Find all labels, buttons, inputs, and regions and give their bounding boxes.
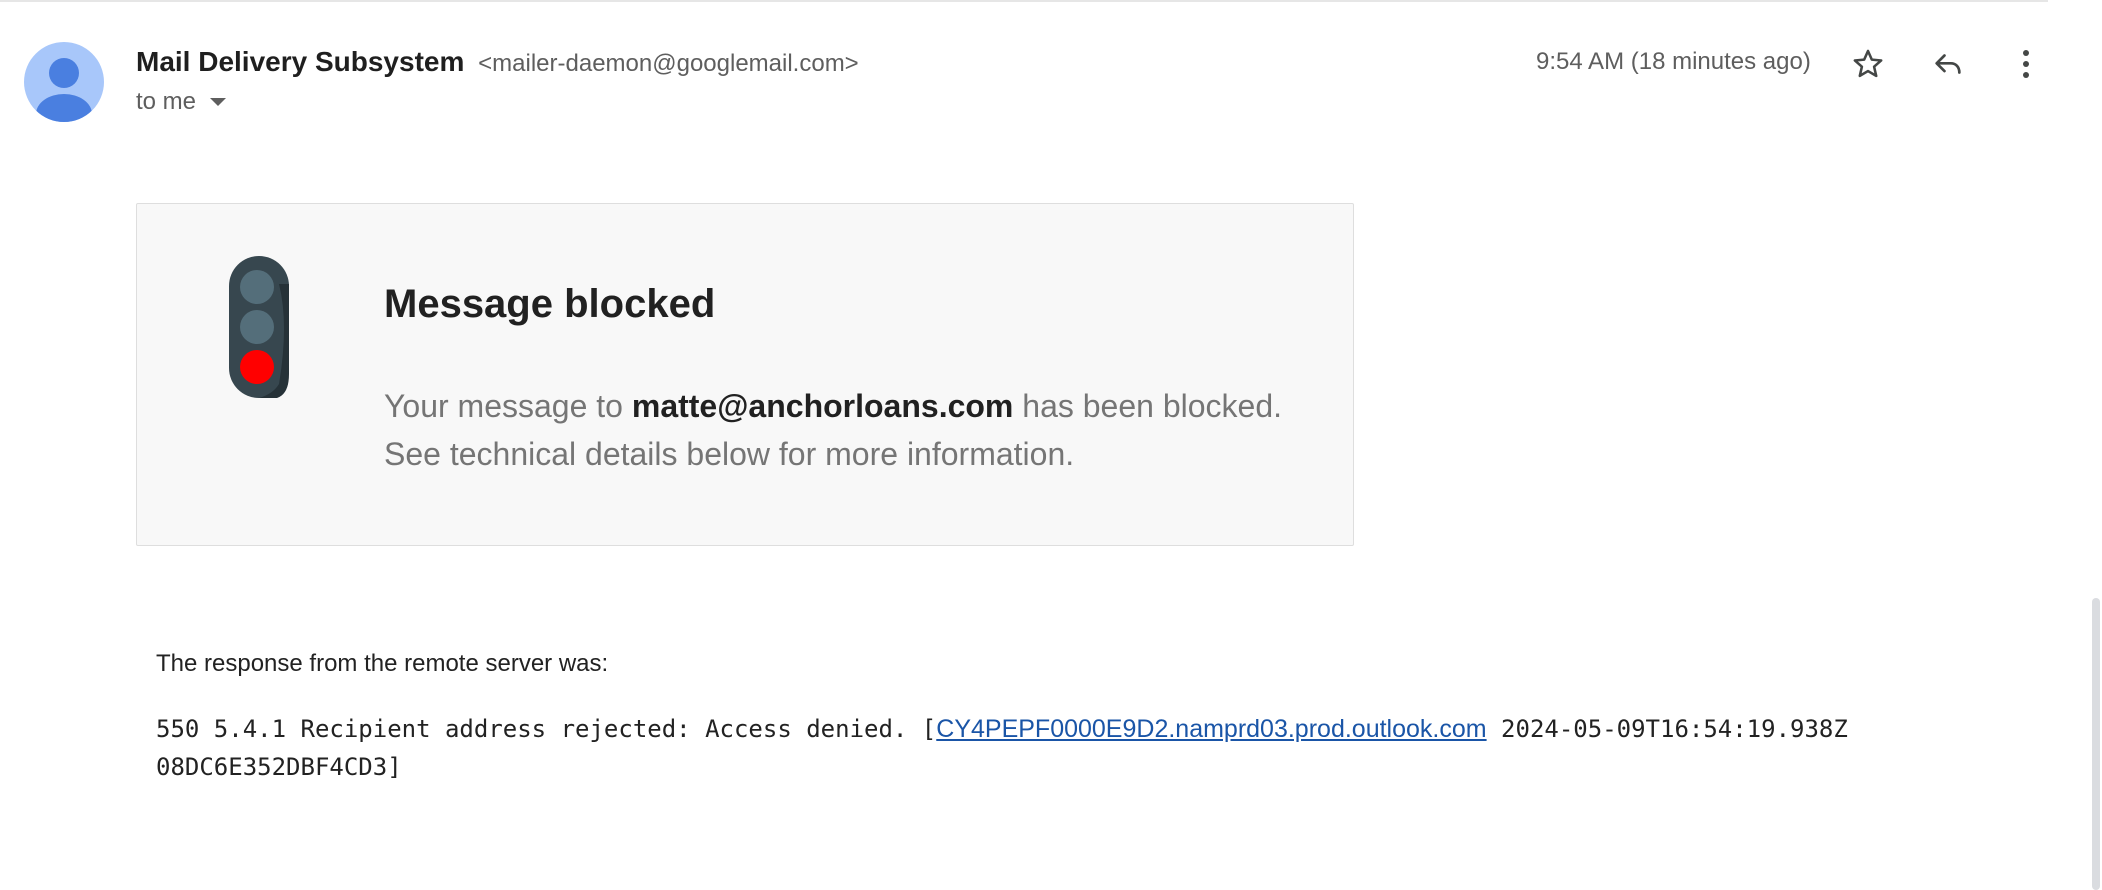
- sender-name[interactable]: Mail Delivery Subsystem: [136, 46, 464, 77]
- blocked-recipient: matte@anchorloans.com: [631, 388, 1014, 424]
- response-label: The response from the remote server was:: [156, 650, 609, 677]
- card-body: Your message to matte@anchorloans.com ha…: [384, 382, 1282, 478]
- error-prefix: 550 5.4.1 Recipient address rejected: Ac…: [156, 715, 937, 743]
- top-divider: [0, 0, 2048, 2]
- more-vert-icon: [2023, 50, 2029, 78]
- scrollbar-thumb[interactable]: [2092, 598, 2100, 890]
- caret-down-icon[interactable]: [210, 98, 227, 106]
- error-line-2: 08DC6E352DBF4CD3]: [156, 753, 402, 781]
- error-timestamp: 2024-05-09T16:54:19.938Z: [1501, 715, 1848, 743]
- recipient-summary: to me: [136, 88, 197, 115]
- card-body-prefix: Your message to: [384, 388, 623, 424]
- sender-avatar[interactable]: [24, 42, 104, 122]
- star-button[interactable]: [1844, 40, 1892, 88]
- error-line-1: 550 5.4.1 Recipient address rejected: Ac…: [156, 710, 1956, 748]
- reply-icon: [1935, 54, 1961, 74]
- scrollbar-track[interactable]: [2090, 0, 2102, 890]
- sender-email: <mailer-daemon@googlemail.com>: [478, 50, 859, 77]
- more-options-button[interactable]: [2002, 40, 2050, 88]
- recipient-details-toggle[interactable]: to me: [136, 86, 227, 118]
- star-outline-icon: [1853, 49, 1883, 78]
- reply-button[interactable]: [1924, 40, 1972, 88]
- server-error-message: 550 5.4.1 Recipient address rejected: Ac…: [156, 710, 1956, 786]
- message-time: 9:54 AM (18 minutes ago): [1536, 48, 1811, 75]
- sender-line: Mail Delivery Subsystem <mailer-daemon@g…: [136, 44, 859, 82]
- card-body-suffix: has been blocked.: [1022, 388, 1283, 424]
- card-body-line1: Your message to matte@anchorloans.com ha…: [384, 382, 1282, 430]
- message-blocked-card: Message blocked Your message to matte@an…: [136, 203, 1354, 546]
- server-link[interactable]: CY4PEPF0000E9D2.namprd03.prod.outlook.co…: [936, 715, 1486, 743]
- card-title: Message blocked: [384, 282, 716, 326]
- default-person-avatar-icon: [36, 58, 92, 122]
- card-body-line2: See technical details below for more inf…: [384, 436, 1075, 472]
- traffic-light-red-icon: [229, 256, 289, 398]
